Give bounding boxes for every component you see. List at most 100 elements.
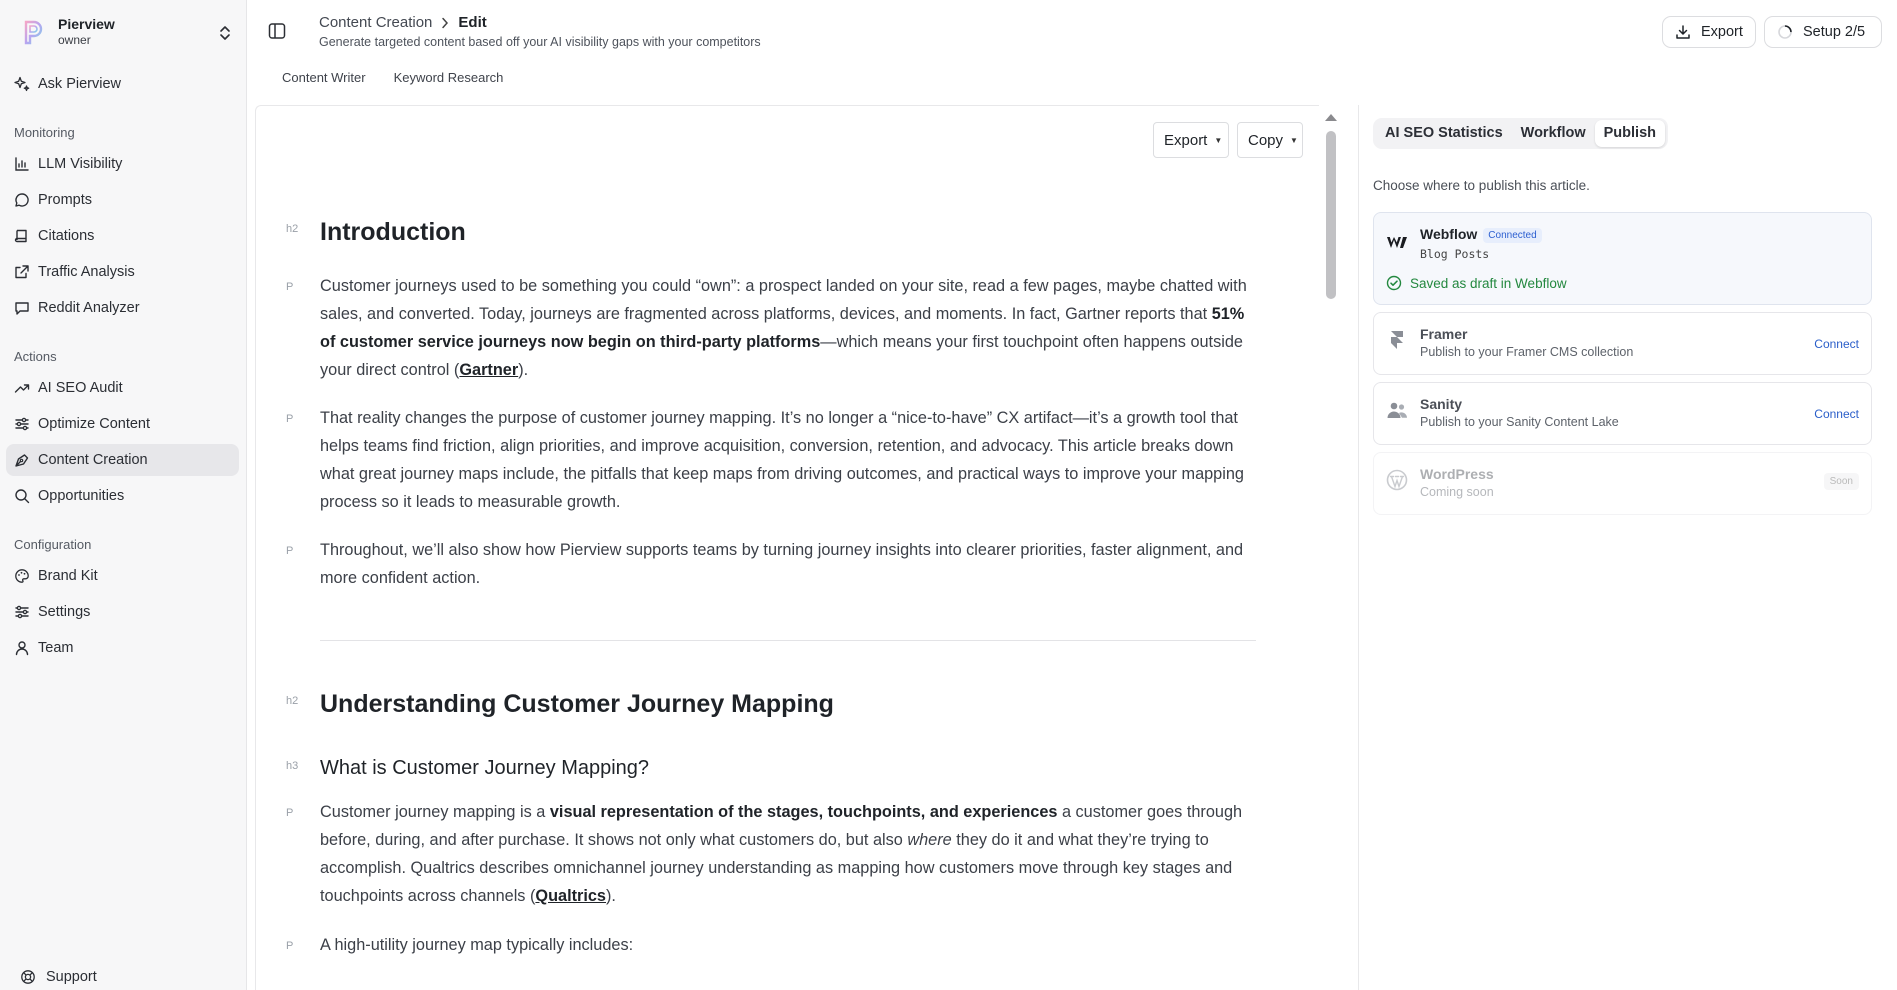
workspace-name: Pierview — [58, 16, 115, 32]
bar-chart-icon — [15, 157, 29, 171]
nav-label: Reddit Analyzer — [38, 300, 140, 316]
heading-introduction[interactable]: Introduction — [320, 218, 466, 247]
scrollbar-thumb[interactable] — [1326, 131, 1336, 299]
text-run: ). — [606, 887, 616, 905]
paragraph-3[interactable]: Throughout, we’ll also show how Pierview… — [320, 536, 1260, 592]
paragraph-4[interactable]: Customer journey mapping is a visual rep… — [320, 798, 1260, 910]
nav-label: Content Creation — [38, 452, 148, 468]
destination-collection: Blog Posts — [1420, 247, 1490, 261]
nav-opportunities[interactable]: Opportunities — [6, 480, 239, 512]
connected-badge: Connected — [1483, 228, 1542, 243]
section-monitoring: Monitoring — [14, 125, 75, 140]
text-run: Customer journey mapping is a — [320, 803, 550, 821]
page-subtitle: Generate targeted content based off your… — [319, 35, 761, 49]
chevron-right-icon — [442, 17, 449, 28]
workspace-switcher[interactable]: Pierview owner — [12, 12, 238, 52]
wordpress-logo-icon — [1386, 469, 1408, 491]
life-buoy-icon — [21, 970, 35, 984]
nav-label: Brand Kit — [38, 568, 98, 584]
section-actions: Actions — [14, 349, 57, 364]
text-run: Customer journeys used to be something y… — [320, 277, 1247, 323]
paragraph-2[interactable]: That reality changes the purpose of cust… — [320, 404, 1260, 516]
coming-soon-badge: Soon — [1823, 473, 1859, 490]
nav-label: Ask Pierview — [38, 76, 121, 92]
book-icon — [14, 229, 27, 243]
loading-spinner-icon — [1778, 25, 1792, 39]
caret-down-icon: ▼ — [1290, 135, 1298, 145]
paragraph-1[interactable]: Customer journeys used to be something y… — [320, 272, 1260, 384]
nav-settings[interactable]: Settings — [6, 596, 239, 628]
nav-traffic-analysis[interactable]: Traffic Analysis — [6, 256, 239, 288]
italic-text: where — [907, 831, 952, 849]
destination-description: Publish to your Sanity Content Lake — [1420, 415, 1619, 429]
pierview-logo-icon — [24, 20, 43, 45]
nav-label: Opportunities — [38, 488, 125, 504]
citation-link-qualtrics[interactable]: Qualtrics — [535, 887, 606, 905]
publish-panel: AI SEO Statistics Workflow Publish Choos… — [1358, 105, 1897, 990]
nav-citations[interactable]: Citations — [6, 220, 239, 252]
palette-icon — [15, 569, 29, 583]
export-button[interactable]: Export — [1662, 16, 1756, 48]
tab-keyword-research[interactable]: Keyword Research — [394, 64, 504, 92]
nav-label: Settings — [38, 604, 91, 620]
breadcrumb-current: Edit — [458, 14, 487, 31]
bold-text: visual representation of the stages, tou… — [549, 803, 1058, 821]
check-circle-icon — [1386, 275, 1402, 291]
block-tag: P — [286, 807, 294, 819]
destination-description: Publish to your Framer CMS collection — [1420, 345, 1634, 359]
nav-optimize-content[interactable]: Optimize Content — [6, 408, 239, 440]
heading-what-is-cjm[interactable]: What is Customer Journey Mapping? — [320, 757, 649, 780]
setup-progress-button[interactable]: Setup 2/5 — [1764, 16, 1882, 48]
save-status: Saved as draft in Webflow — [1386, 275, 1567, 291]
connect-sanity-button[interactable]: Connect — [1814, 407, 1859, 421]
nav-brand-kit[interactable]: Brand Kit — [6, 560, 239, 592]
external-link-icon — [15, 265, 29, 279]
nav-content-creation[interactable]: Content Creation — [6, 444, 239, 476]
breadcrumb-parent[interactable]: Content Creation — [319, 14, 432, 31]
nav-reddit-analyzer[interactable]: Reddit Analyzer — [6, 292, 239, 324]
caret-down-icon: ▼ — [1214, 135, 1223, 145]
export-label: Export — [1701, 24, 1743, 40]
nav-llm-visibility[interactable]: LLM Visibility — [6, 148, 239, 180]
nav-label: AI SEO Audit — [38, 380, 123, 396]
tab-content-writer[interactable]: Content Writer — [282, 64, 366, 92]
editor-export-dropdown[interactable]: Export ▼ — [1153, 122, 1229, 158]
webflow-logo-icon — [1387, 237, 1407, 248]
block-tag: h2 — [286, 223, 299, 235]
destination-name: Sanity — [1420, 396, 1463, 412]
tab-publish[interactable]: Publish — [1594, 120, 1666, 147]
section-divider — [320, 640, 1256, 641]
tab-workflow[interactable]: Workflow — [1512, 120, 1595, 147]
paragraph-5[interactable]: A high-utility journey map typically inc… — [320, 931, 1260, 959]
destination-framer: Framer Publish to your Framer CMS collec… — [1373, 312, 1872, 375]
nav-ask-pierview[interactable]: Ask Pierview — [6, 68, 239, 100]
citation-link-gartner[interactable]: Gartner — [459, 361, 518, 379]
nav-prompts[interactable]: Prompts — [6, 184, 239, 216]
text-run: ). — [518, 361, 529, 379]
message-square-icon — [15, 302, 29, 315]
nav-ai-seo-audit[interactable]: AI SEO Audit — [6, 372, 239, 404]
article-editor[interactable]: Export ▼ Copy ▼ h2 Introduction P Custom… — [255, 105, 1319, 990]
block-tag: P — [286, 940, 294, 952]
nav-label: Optimize Content — [38, 416, 151, 432]
sidebar-toggle-icon[interactable] — [268, 22, 286, 40]
breadcrumb: Content Creation Edit — [319, 14, 487, 31]
sidebar: Pierview owner Ask Pierview Monitoring L… — [0, 0, 247, 990]
nav-label: LLM Visibility — [38, 156, 123, 172]
tab-ai-seo-statistics[interactable]: AI SEO Statistics — [1376, 120, 1512, 147]
block-tag: P — [286, 281, 294, 293]
editor-copy-dropdown[interactable]: Copy ▼ — [1237, 122, 1303, 158]
destination-webflow[interactable]: Webflow Connected Blog Posts Saved as dra… — [1373, 212, 1872, 305]
trending-up-icon — [14, 384, 30, 393]
nav-team[interactable]: Team — [6, 632, 239, 664]
block-tag: h3 — [286, 760, 299, 772]
support-link[interactable]: Support — [20, 969, 97, 985]
settings-sliders-icon — [15, 605, 29, 619]
search-icon — [15, 489, 30, 504]
message-circle-icon — [15, 193, 29, 207]
heading-understanding-cjm[interactable]: Understanding Customer Journey Mapping — [320, 690, 834, 719]
content-subtabs: Content Writer Keyword Research — [248, 64, 503, 92]
nav-label: Citations — [38, 228, 95, 244]
scroll-up-arrow-icon[interactable] — [1323, 111, 1339, 123]
connect-framer-button[interactable]: Connect — [1814, 337, 1859, 351]
